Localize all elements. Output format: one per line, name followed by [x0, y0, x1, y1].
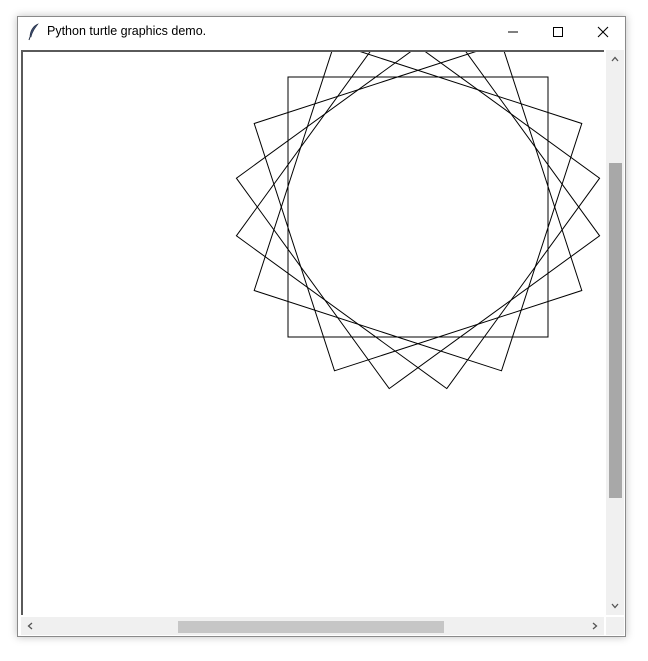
minimize-icon: [507, 31, 518, 33]
turtle-square-3: [235, 52, 601, 390]
minimize-button[interactable]: [490, 17, 535, 47]
turtle-square-1: [287, 76, 549, 338]
scroll-right-button[interactable]: [589, 620, 601, 632]
chevron-left-icon: [27, 622, 33, 630]
scrollbar-corner: [606, 617, 624, 635]
title-bar[interactable]: Python turtle graphics demo.: [18, 17, 625, 48]
close-icon: [597, 26, 608, 38]
chevron-right-icon: [592, 622, 598, 630]
close-button[interactable]: [580, 17, 625, 47]
chevron-down-icon: [611, 603, 619, 609]
turtle-canvas[interactable]: [21, 50, 604, 615]
feather-icon: [28, 23, 40, 41]
turtle-square-5: [253, 52, 583, 372]
vertical-scrollbar[interactable]: [606, 50, 624, 615]
window-title: Python turtle graphics demo.: [47, 24, 207, 38]
chevron-up-icon: [611, 56, 619, 62]
vertical-scroll-thumb[interactable]: [609, 163, 622, 498]
scroll-up-button[interactable]: [609, 53, 621, 65]
turtle-square-4: [235, 52, 601, 390]
maximize-button[interactable]: [535, 17, 580, 47]
turtle-drawing: [235, 52, 601, 390]
turtle-square-2: [253, 52, 583, 372]
horizontal-scrollbar[interactable]: [21, 617, 604, 635]
maximize-icon: [552, 27, 563, 37]
horizontal-scroll-thumb[interactable]: [178, 621, 444, 633]
scroll-left-button[interactable]: [24, 620, 36, 632]
app-window: Python turtle graphics demo.: [17, 16, 626, 637]
scroll-down-button[interactable]: [609, 600, 621, 612]
